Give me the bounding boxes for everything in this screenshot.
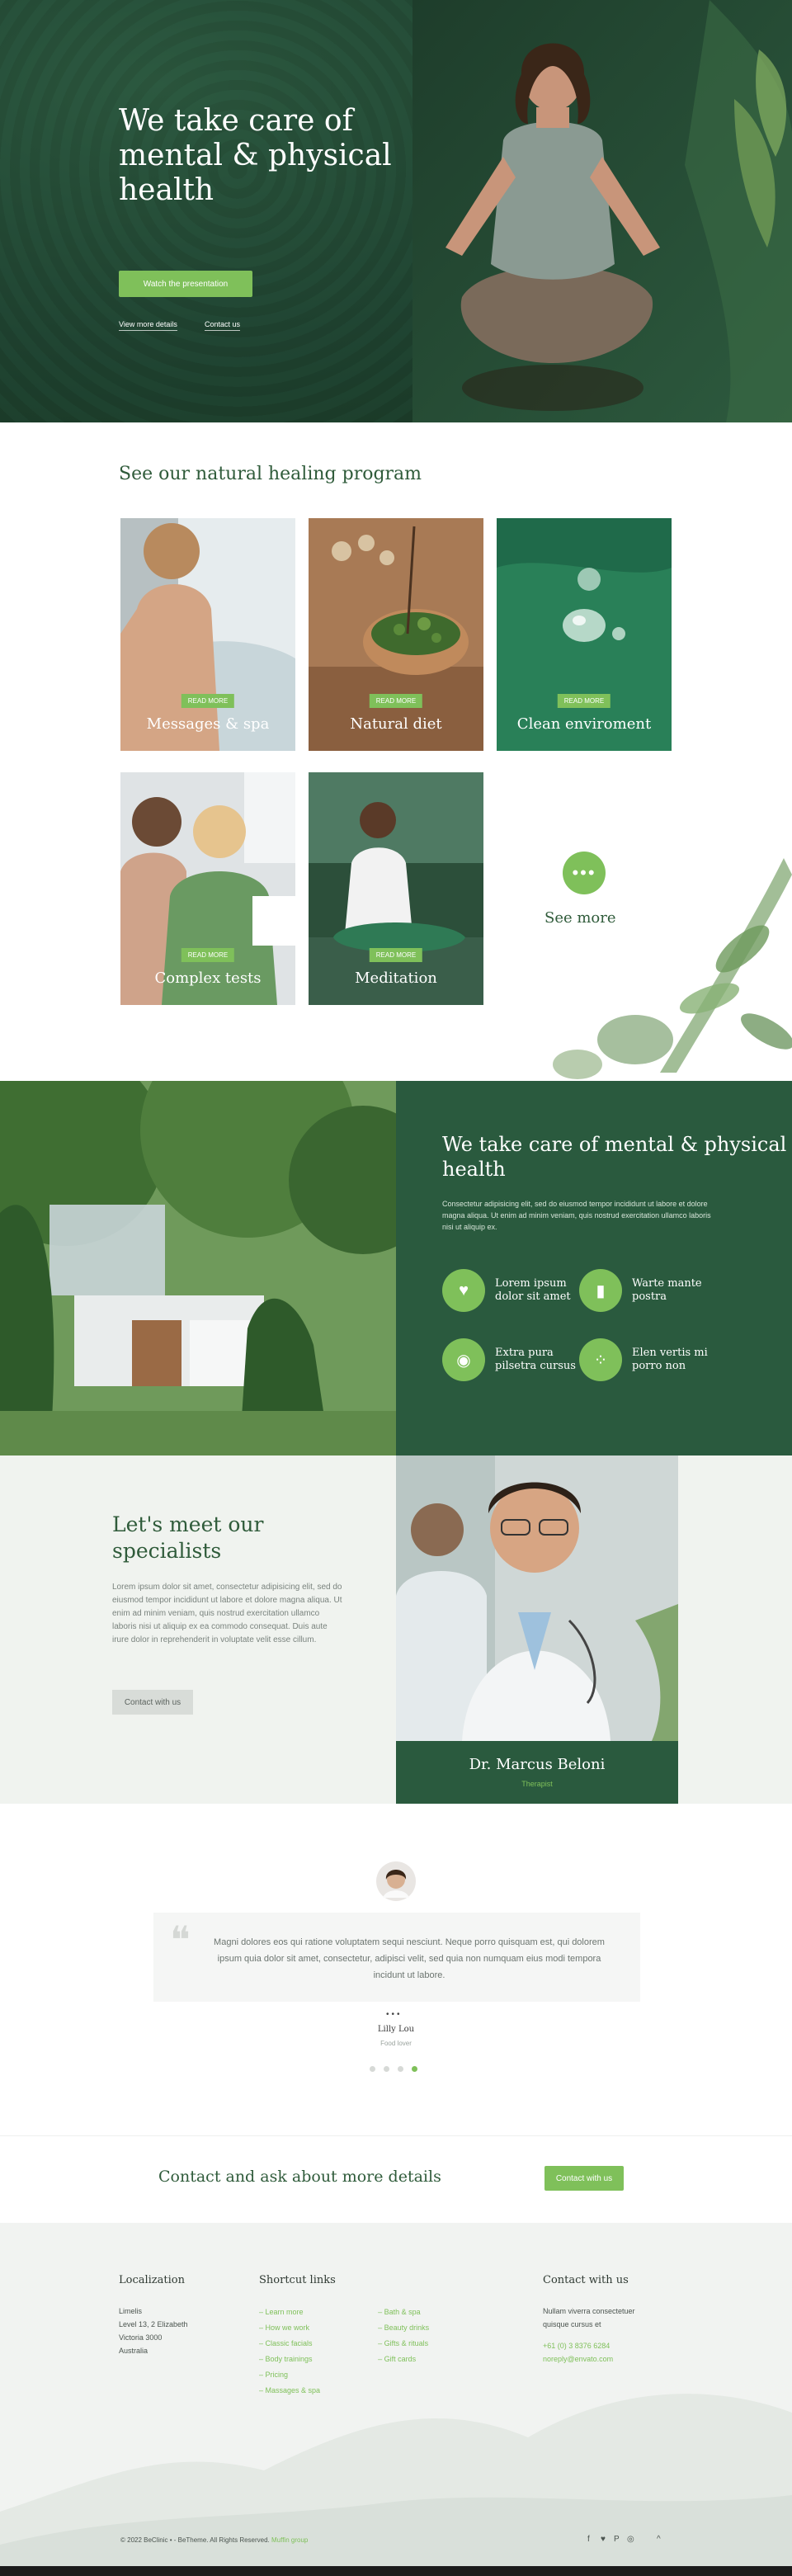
read-more-badge[interactable]: READ MORE <box>557 694 611 708</box>
footer-link[interactable]: Pricing <box>259 2367 320 2383</box>
footer-email[interactable]: noreply@envato.com <box>543 2352 635 2366</box>
testimonial-name: Lilly Lou <box>377 2025 415 2034</box>
card-title: Complex tests <box>154 970 262 987</box>
view-details-link[interactable]: View more details <box>119 320 177 331</box>
read-more-badge[interactable]: READ MORE <box>369 948 423 962</box>
slider-dot[interactable] <box>370 2066 375 2072</box>
footer-col-title: Localization <box>119 2274 185 2286</box>
footer-link[interactable]: Bath & spa <box>378 2305 429 2320</box>
footer-link[interactable]: Massages & spa <box>259 2383 321 2399</box>
muffin-group-link[interactable]: Muffin group <box>271 2536 308 2544</box>
doctor-role: Therapist <box>521 1780 553 1788</box>
hero-title: We take care of mental & physical health <box>119 104 392 207</box>
card-title: Meditation <box>355 970 437 987</box>
dots-icon: ⁘ <box>579 1338 622 1381</box>
read-more-badge[interactable]: READ MORE <box>181 948 235 962</box>
footer-col-title: Contact with us <box>543 2274 629 2286</box>
contact-bar: Contact and ask about more details Conta… <box>0 2135 792 2223</box>
watch-presentation-button[interactable]: Watch the presentation <box>119 271 252 297</box>
contact-us-link[interactable]: Contact us <box>205 320 241 331</box>
footer-link[interactable]: Classic facials <box>259 2336 320 2352</box>
dots-icon: ••• <box>386 2010 403 2019</box>
card-diet[interactable]: READ MORE Natural diet <box>309 518 483 751</box>
footer-col-title: Shortcut links <box>259 2274 336 2286</box>
footer-link[interactable]: Gift cards <box>378 2352 429 2367</box>
bottom-strip <box>0 2566 792 2576</box>
testimonial-box: ❝ Magni dolores eos qui ratione voluptat… <box>153 1913 640 2002</box>
card-title: Natural diet <box>350 715 442 733</box>
doctor-card[interactable]: Dr. Marcus Beloni Therapist <box>396 1455 678 1804</box>
fern-decoration <box>553 858 792 1079</box>
heart-icon[interactable]: ♥ <box>601 2535 606 2544</box>
card-title: Clean enviroment <box>516 715 652 733</box>
bottle-icon: ▮ <box>579 1269 622 1312</box>
slider-dot[interactable] <box>384 2066 389 2072</box>
contact-bar-button[interactable]: Contact with us <box>544 2166 624 2191</box>
hero-section: We take care of mental & physical health… <box>0 0 792 422</box>
slider-dot[interactable] <box>398 2066 403 2072</box>
footer-link[interactable]: Body trainings <box>259 2352 320 2367</box>
program-title: See our natural healing program <box>119 464 422 484</box>
contact-with-us-button[interactable]: Contact with us <box>112 1690 193 1715</box>
read-more-badge[interactable]: READ MORE <box>369 694 423 708</box>
card-tests[interactable]: READ MORE Complex tests <box>120 772 295 1005</box>
care-title: We take care of mental & physical health <box>442 1133 787 1181</box>
pinterest-icon[interactable]: P <box>614 2535 620 2544</box>
meditating-woman-image <box>412 0 792 422</box>
footer-link[interactable]: Beauty drinks <box>378 2320 430 2336</box>
read-more-badge[interactable]: READ MORE <box>181 694 235 708</box>
copyright-text: © 2022 BeClinic • - BeTheme. All Rights … <box>120 2536 309 2544</box>
avatar <box>376 1861 416 1901</box>
care-panel: We take care of mental & physical health… <box>396 1081 792 1455</box>
quote-icon: ❝ <box>170 1918 191 1962</box>
footer-phone[interactable]: +61 (0) 3 8376 6284 <box>543 2339 635 2352</box>
plate-icon: ◉ <box>442 1338 485 1381</box>
clinic-building-image <box>0 1081 396 1455</box>
card-environment[interactable]: READ MORE Clean enviroment <box>497 518 672 751</box>
feature-item: ♥ Lorem ipsum dolor sit amet <box>442 1269 578 1312</box>
footer-localization: Localization Limelis Level 13, 2 Elizabe… <box>119 2274 188 2355</box>
care-description: Consectetur adipisicing elit, sed do eiu… <box>442 1200 711 1231</box>
feature-item: ▮ Warte mante postra <box>579 1269 714 1312</box>
card-massages[interactable]: READ MORE Messages & spa <box>120 518 295 751</box>
heart-leaf-icon: ♥ <box>442 1269 485 1312</box>
doctor-nameplate: Dr. Marcus Beloni Therapist <box>396 1741 678 1804</box>
footer-link[interactable]: How we work <box>259 2320 320 2336</box>
instagram-icon[interactable]: ◎ <box>627 2535 634 2544</box>
card-meditation[interactable]: READ MORE Meditation <box>309 772 483 1005</box>
facebook-icon[interactable]: f <box>587 2535 590 2544</box>
doctor-photo <box>396 1455 678 1741</box>
footer-shortcuts: Shortcut links Learn more How we work Cl… <box>259 2274 429 2399</box>
specialists-description: Lorem ipsum dolor sit amet, consectetur … <box>112 1583 342 1644</box>
testimonial-quote: Magni dolores eos qui ratione voluptatem… <box>214 1937 605 1980</box>
feature-item: ◉ Extra pura pilsetra cursus <box>442 1338 578 1381</box>
specialists-title: Let's meet our specialists <box>112 1512 264 1563</box>
doctor-name: Dr. Marcus Beloni <box>469 1756 606 1773</box>
card-title: Messages & spa <box>146 715 270 733</box>
slider-dot-active[interactable] <box>412 2066 417 2072</box>
footer-link[interactable]: Gifts & rituals <box>378 2336 429 2352</box>
contact-bar-title: Contact and ask about more details <box>158 2168 441 2186</box>
back-to-top-icon[interactable]: ^ <box>657 2535 661 2544</box>
feature-item: ⁘ Elen vertis mi porro non <box>579 1338 714 1381</box>
footer-link[interactable]: Learn more <box>259 2305 320 2320</box>
testimonial-role: Food lover <box>380 2040 412 2047</box>
footer-contact: Contact with us Nullam viverra consectet… <box>543 2274 635 2366</box>
slider-pagination <box>370 2066 417 2072</box>
